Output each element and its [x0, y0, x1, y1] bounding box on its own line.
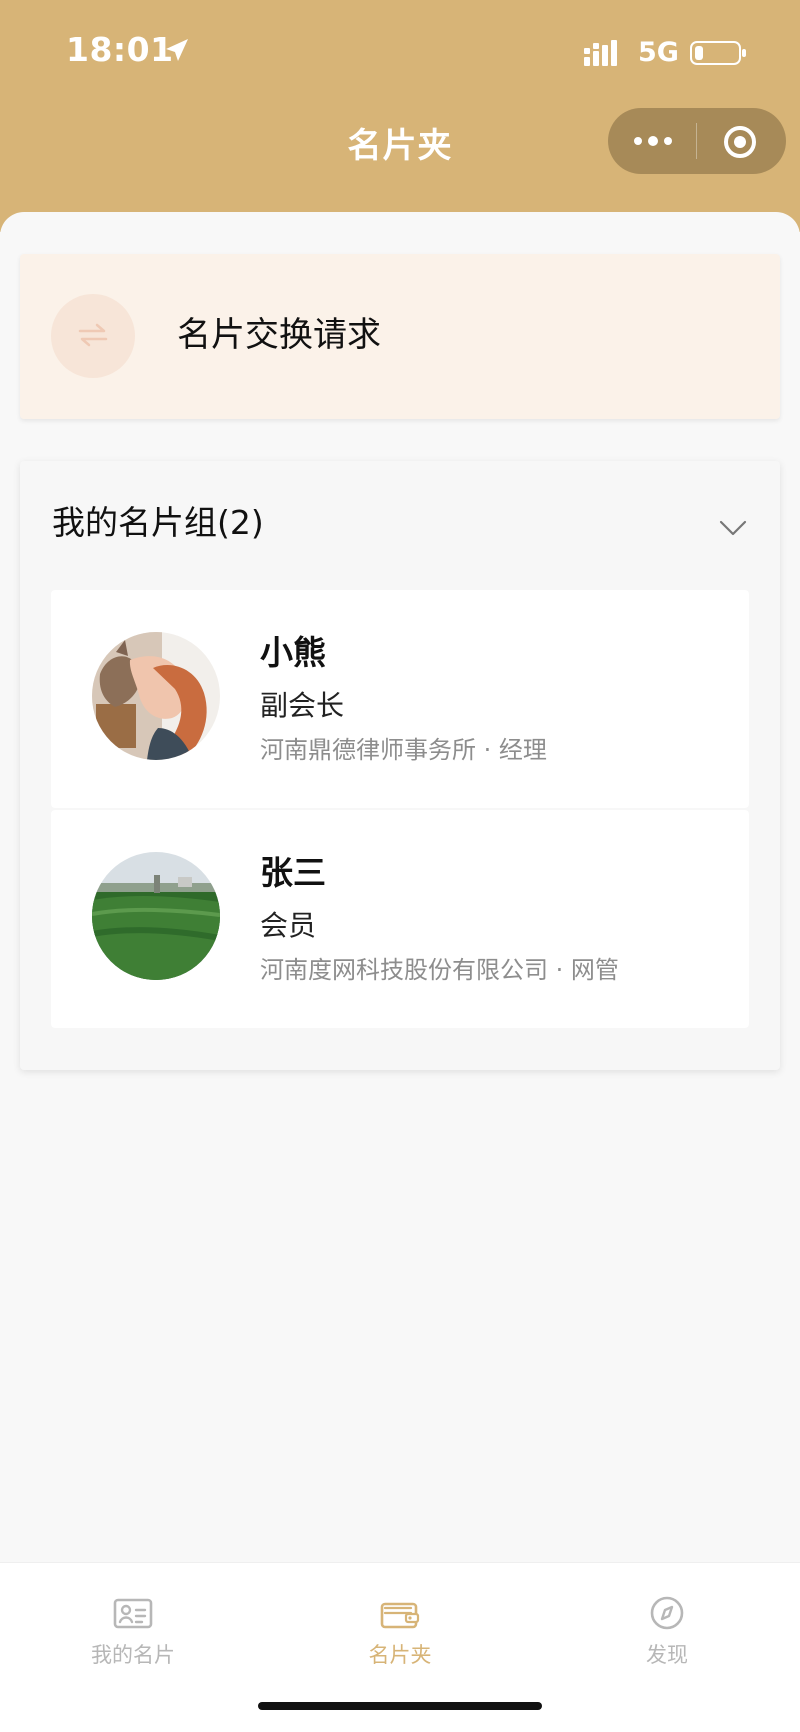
avatar [92, 852, 220, 980]
tab-my-card[interactable]: 我的名片 [0, 1563, 266, 1683]
tab-discover[interactable]: 发现 [534, 1563, 800, 1683]
contact-photo [92, 632, 220, 760]
group-title: 我的名片组(2) [52, 503, 264, 542]
card-holder-icon [380, 1602, 420, 1629]
more-icon[interactable] [632, 130, 674, 152]
contact-name: 小熊 [260, 633, 326, 672]
tab-card-holder[interactable]: 名片夹 [267, 1563, 533, 1683]
mini-program-capsule [608, 108, 786, 174]
contact-role: 会员 [260, 909, 317, 942]
contact-card-zhangsan[interactable]: 张三 会员 河南度网科技股份有限公司 · 网管 [51, 810, 749, 1028]
cellular-signal-icon [584, 40, 617, 66]
avatar [92, 632, 220, 760]
tab-label-my-card: 我的名片 [91, 1643, 175, 1667]
exchange-icon-circle [51, 294, 135, 378]
close-mini-program-icon[interactable] [722, 124, 758, 160]
status-bar: 18:01 5G [0, 0, 800, 100]
id-card-icon [113, 1598, 153, 1629]
network-type: 5G [638, 37, 679, 68]
chevron-down-icon[interactable] [718, 518, 748, 538]
contact-company: 河南度网科技股份有限公司 · 网管 [260, 956, 619, 984]
contact-company: 河南鼎德律师事务所 · 经理 [260, 736, 547, 764]
home-indicator [258, 1702, 542, 1710]
exchange-request-label: 名片交换请求 [177, 315, 381, 355]
contact-role: 副会长 [260, 689, 345, 722]
exchange-arrows-icon [78, 323, 108, 347]
contact-photo [92, 852, 220, 980]
capsule-divider [696, 123, 697, 159]
compass-icon [650, 1596, 684, 1630]
tab-label-discover: 发现 [646, 1643, 688, 1667]
status-time: 18:01 [66, 30, 174, 69]
location-arrow-icon [166, 39, 188, 61]
contact-card-xiaoxiong[interactable]: 小熊 副会长 河南鼎德律师事务所 · 经理 [51, 590, 749, 808]
card-exchange-request[interactable]: 名片交换请求 [20, 254, 780, 419]
battery-icon [690, 41, 746, 65]
contact-name: 张三 [260, 853, 326, 892]
tab-label-card-holder: 名片夹 [368, 1643, 432, 1667]
app-header: 18:01 5G 名片夹 [0, 0, 800, 232]
